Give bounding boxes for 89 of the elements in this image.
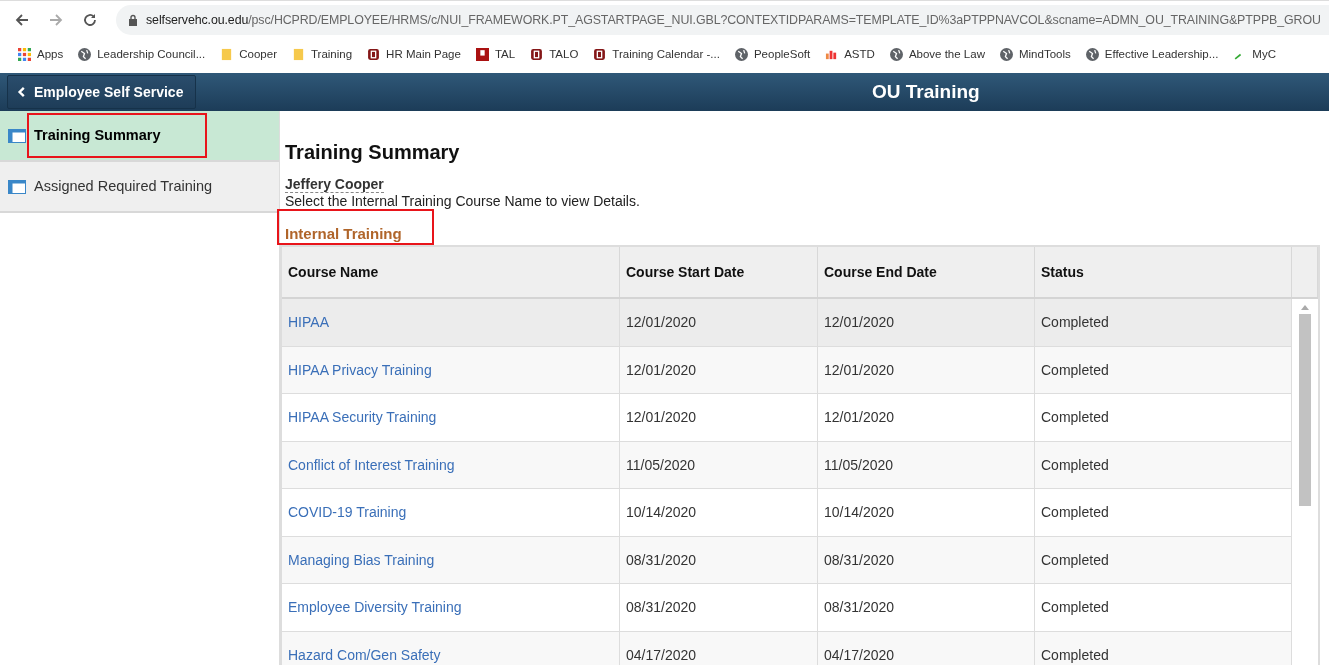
shield-icon (367, 47, 381, 61)
table-cell: Completed (1041, 504, 1109, 521)
table-row[interactable]: HIPAA 12/01/2020 12/01/2020 Completed (282, 299, 1292, 347)
table-cell: 04/17/2020 (626, 646, 697, 663)
table-cell: 11/05/2020 (626, 456, 696, 473)
table-cell: 08/31/2020 (626, 599, 697, 616)
table-cell: 11/05/2020 (824, 456, 894, 473)
column-header: Course Start Date (620, 247, 818, 297)
reload-icon[interactable] (82, 11, 98, 28)
back-icon[interactable] (14, 11, 30, 28)
bookmark[interactable]: Training (292, 47, 353, 61)
table-cell: Completed (1041, 314, 1109, 331)
shield-icon (593, 47, 607, 61)
course-link[interactable]: Employee Diversity Training (288, 599, 462, 616)
bookmark[interactable]: HR Main Page (367, 47, 461, 61)
bookmark[interactable]: Cooper (220, 47, 277, 61)
bookmark[interactable]: MindTools (999, 47, 1071, 61)
table-row[interactable]: Conflict of Interest Training 11/05/2020 11/05/2020 Completed (282, 441, 1292, 489)
table-cell: 08/31/2020 (626, 551, 697, 568)
table-cell: 12/01/2020 (626, 361, 697, 378)
globe-icon (1085, 47, 1099, 61)
url-text: selfservehc.ou.edu/psc/HCPRD/EMPLOYEE/HRMS/c/NUI_FRAMEWORK.PT_AGSTARTPAGE_NUI.GBL?CONTEXTIDPARAMS=TEMPLATE_ID%3aPTPPNAVCOL&scname=ADMN_OU_TRAINING&PTPPB_GROU (146, 12, 1321, 27)
table-cell: Completed (1041, 361, 1109, 378)
bookmark[interactable]: Apps (18, 47, 64, 61)
forward-icon[interactable] (48, 11, 64, 28)
course-link[interactable]: HIPAA Security Training (288, 409, 437, 426)
table-cell: 08/31/2020 (824, 551, 895, 568)
folder-icon (220, 47, 234, 61)
bookmark[interactable]: ASTD (825, 47, 875, 61)
window-icon (8, 128, 26, 143)
course-link[interactable]: COVID-19 Training (288, 504, 407, 521)
employee-name: Jeffery Cooper (285, 176, 384, 193)
table-row[interactable]: COVID-19 Training 10/14/2020 10/14/2020 Completed (282, 489, 1292, 537)
table-row[interactable]: Employee Diversity Training 08/31/2020 08/31/2020 Completed (282, 584, 1292, 632)
globe-icon (78, 47, 92, 61)
sidebar-item[interactable]: Assigned Required Training (0, 162, 279, 213)
globe-icon (999, 47, 1013, 61)
shield-icon (475, 47, 489, 61)
page-title: OU Training (872, 81, 980, 103)
column-header: Course Name (282, 247, 620, 297)
table-cell: Completed (1041, 551, 1109, 568)
table-cell: 08/31/2020 (824, 599, 895, 616)
apps-grid-icon (18, 47, 31, 61)
globe-icon (734, 47, 748, 61)
course-link[interactable]: Managing Bias Training (288, 551, 435, 568)
column-header: Status (1035, 247, 1292, 297)
table-cell: Completed (1041, 409, 1109, 426)
table-row[interactable]: Hazard Com/Gen Safety 04/17/2020 04/17/2020 Completed (282, 631, 1292, 665)
group-title: Internal Training (277, 209, 434, 245)
bookmark[interactable]: PeopleSoft (734, 47, 811, 61)
table-cell: Completed (1041, 456, 1109, 473)
table-row[interactable]: Managing Bias Training 08/31/2020 08/31/2020 Completed (282, 536, 1292, 584)
shield-icon (530, 47, 544, 61)
table-cell: Completed (1041, 646, 1109, 663)
course-link[interactable]: Conflict of Interest Training (288, 456, 455, 473)
back-button[interactable]: Employee Self Service (7, 75, 197, 109)
bookmark[interactable]: Training Calendar -... (593, 47, 720, 61)
section-heading: Training Summary (285, 141, 461, 164)
column-header: Course End Date (818, 247, 1035, 297)
folder-icon (292, 47, 305, 61)
table-cell: 12/01/2020 (824, 314, 895, 331)
chevron-left-icon (16, 86, 28, 98)
bookmark[interactable]: Leadership Council... (78, 47, 206, 61)
table-cell: 10/14/2020 (824, 504, 895, 521)
scrollbar-thumb[interactable] (1299, 314, 1311, 506)
table-row[interactable]: HIPAA Security Training 12/01/2020 12/01/2020 Completed (282, 394, 1292, 442)
bookmark[interactable]: MyC (1233, 47, 1276, 61)
course-link[interactable]: HIPAA (288, 314, 329, 331)
bookmark[interactable]: TALO (530, 47, 579, 61)
table-cell: 12/01/2020 (824, 361, 895, 378)
globe-icon (889, 47, 903, 61)
address-bar[interactable]: selfservehc.ou.edu/psc/HCPRD/EMPLOYEE/HRMS/c/NUI_FRAMEWORK.PT_AGSTARTPAGE_NUI.GBL?CONTEXTIDPARAMS=TEMPLATE_ID%3aPTPPNAVCOL&scname=ADMN_OU_TRAINING&PTPPB_GROU (116, 4, 1329, 35)
bookmark[interactable]: TAL (475, 47, 516, 61)
table-row[interactable]: HIPAA Privacy Training 12/01/2020 12/01/2020 Completed (282, 346, 1292, 394)
course-link[interactable]: Hazard Com/Gen Safety (288, 646, 441, 663)
table-cell: 12/01/2020 (626, 314, 697, 331)
table-cell: 12/01/2020 (824, 409, 895, 426)
bookmark[interactable]: Above the Law (889, 47, 985, 61)
scroll-up-icon[interactable] (1301, 305, 1309, 310)
table-cell: Completed (1041, 599, 1109, 616)
instruction-text: Select the Internal Training Course Name to view Details. (285, 193, 641, 209)
table-cell: 12/01/2020 (626, 409, 697, 426)
course-link[interactable]: HIPAA Privacy Training (288, 361, 432, 378)
sidebar-item[interactable]: Training Summary (0, 111, 279, 162)
lock-icon (128, 13, 138, 26)
window-icon (8, 179, 26, 194)
bookmark[interactable]: Effective Leadership... (1085, 47, 1219, 61)
table-cell: 04/17/2020 (824, 646, 895, 663)
table-cell: 10/14/2020 (626, 504, 697, 521)
